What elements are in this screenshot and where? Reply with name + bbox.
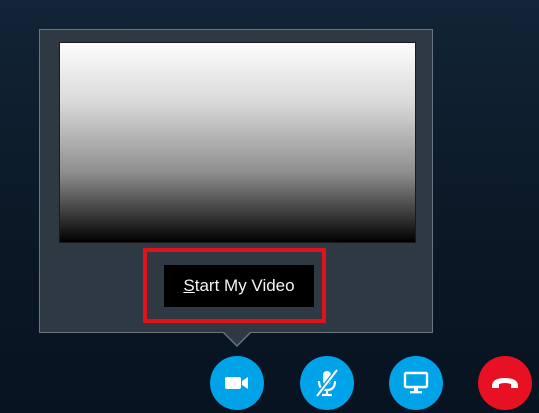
video-button[interactable] [210,356,264,410]
microphone-muted-icon [315,368,339,398]
popup-pointer [224,332,250,345]
start-video-accelerator: S [183,276,195,295]
video-preview-popup: Start My Video [39,29,433,333]
end-call-button[interactable] [478,356,532,410]
mute-button[interactable] [300,356,354,410]
start-video-label: tart My Video [194,276,295,295]
present-screen-icon [403,371,429,394]
present-button[interactable] [389,356,443,410]
video-preview [59,42,416,243]
hang-up-phone-icon [492,378,518,388]
start-my-video-button[interactable]: Start My Video [164,265,314,307]
video-camera-icon [225,377,248,389]
